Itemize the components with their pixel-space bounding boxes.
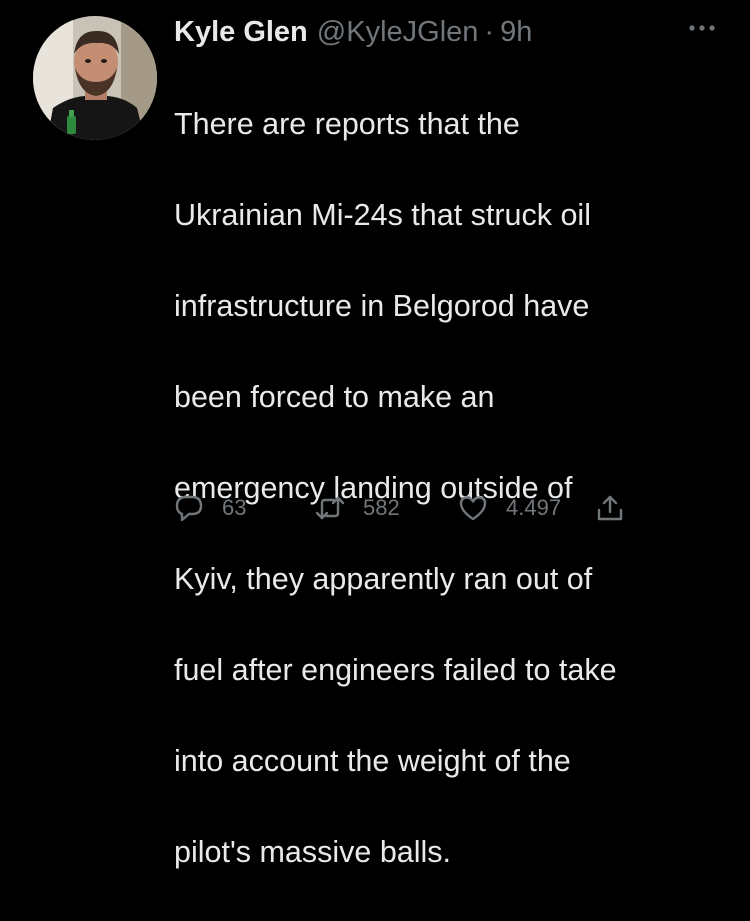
reply-bubble-icon (174, 493, 204, 523)
tweet-text-line: fuel after engineers failed to take (174, 652, 617, 687)
user-handle[interactable]: @KyleJGlen (317, 12, 479, 52)
tweet-text-line: pilot's massive balls. (174, 834, 452, 869)
timestamp[interactable]: 9h (500, 12, 532, 52)
reply-button[interactable]: 63 (174, 490, 246, 526)
tweet-actions: 63 582 4.497 (174, 490, 644, 526)
tweet-text-line: Ukrainian Mi-24s that struck oil (174, 197, 591, 232)
share-button[interactable] (595, 490, 625, 526)
heart-icon (458, 493, 488, 523)
tweet-header: Kyle Glen @KyleJGlen · 9h (174, 12, 734, 52)
separator-dot: · (484, 16, 495, 48)
avatar[interactable] (33, 16, 157, 140)
share-icon (595, 493, 625, 523)
tweet-content: Kyle Glen @KyleJGlen · 9h There are repo… (174, 12, 734, 921)
tweet-text-line: There are reports that the (174, 106, 520, 141)
retweet-icon (315, 493, 345, 523)
tweet-card[interactable]: Kyle Glen @KyleJGlen · 9h There are repo… (0, 0, 750, 869)
retweet-count: 582 (363, 495, 400, 520)
display-name[interactable]: Kyle Glen (174, 12, 308, 52)
like-button[interactable]: 4.497 (458, 490, 561, 526)
like-count: 4.497 (506, 495, 562, 520)
reply-count: 63 (222, 495, 247, 520)
more-horizontal-icon[interactable] (684, 18, 720, 38)
tweet-text-line: infrastructure in Belgorod have (174, 288, 590, 323)
tweet-text-line: into account the weight of the (174, 743, 571, 778)
retweet-button[interactable]: 582 (315, 490, 400, 526)
tweet-text-line: been forced to make an (174, 379, 495, 414)
avatar-image (33, 16, 157, 140)
tweet-text: There are reports that the Ukrainian Mi-… (174, 56, 734, 921)
tweet-text-line: Kyiv, they apparently ran out of (174, 561, 593, 596)
